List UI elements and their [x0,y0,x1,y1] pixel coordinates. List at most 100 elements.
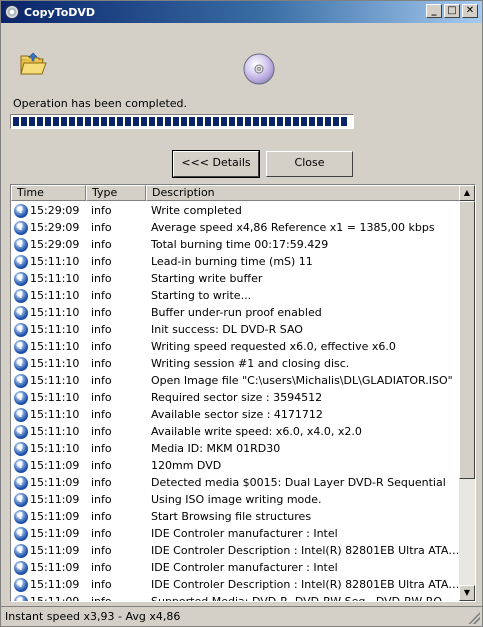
scroll-up-button[interactable]: ▲ [459,185,475,201]
log-type: info [91,510,112,523]
log-time-cell: i 15:11:09 [11,577,86,592]
close-window-button[interactable]: ✕ [462,4,478,18]
log-time-cell: i 15:11:09 [11,475,86,490]
info-icon: i [14,203,28,218]
log-time: 15:11:09 [30,459,80,472]
log-description: IDE Controler Description : Intel(R) 828… [151,578,461,591]
log-type: info [91,323,112,336]
log-type: info [91,578,112,591]
log-time-cell: i 15:29:09 [11,203,86,218]
log-type: info [91,595,112,602]
log-row[interactable]: i 15:11:10 info Starting to write... [11,287,461,304]
log-row[interactable]: i 15:11:10 info Writing session #1 and clos… [11,355,461,372]
open-folder-icon [20,52,47,75]
progress-segment [117,117,123,126]
log-row[interactable]: i 15:11:09 info Supported Media: DVD-R, DVD… [11,593,461,602]
scroll-thumb[interactable] [459,201,475,479]
progress-segment [189,117,195,126]
log-row[interactable]: i 15:11:09 info IDE Controler manufacturer … [11,525,461,542]
log-time: 15:11:09 [30,527,80,540]
progress-segment [45,117,51,126]
column-header-type[interactable]: Type [86,185,146,201]
log-time-cell: i 15:29:09 [11,237,86,252]
log-row[interactable]: i 15:11:09 info IDE Controler Description :… [11,542,461,559]
log-description: Media ID: MKM 01RD30 [151,442,281,455]
log-row[interactable]: i 15:11:10 info Writing speed requested x6.… [11,338,461,355]
log-time: 15:11:09 [30,476,80,489]
log-description: Available write speed: x6.0, x4.0, x2.0 [151,425,362,438]
log-time: 15:11:09 [30,561,80,574]
info-icon: i [14,220,28,235]
progress-segment [101,117,107,126]
maximize-button[interactable]: □ [444,4,460,18]
column-header-time[interactable]: Time [11,185,86,201]
status-bar: Instant speed x3,93 - Avg x4,86 [1,606,482,626]
log-description: Buffer under-run proof enabled [151,306,322,319]
log-row[interactable]: i 15:29:09 info Write completed [11,202,461,219]
log-row[interactable]: i 15:11:09 info IDE Controler Description :… [11,576,461,593]
log-row[interactable]: i 15:11:10 info Starting write buffer [11,270,461,287]
log-type: info [91,255,112,268]
log-type: info [91,527,112,540]
progress-segment [37,117,43,126]
log-row[interactable]: i 15:11:09 info Detected media $0015: Dual … [11,474,461,491]
vertical-scrollbar[interactable]: ▲ ▼ [459,185,475,601]
log-type: info [91,493,112,506]
log-row[interactable]: i 15:29:09 info Total burning time 00:17:59… [11,236,461,253]
log-row[interactable]: i 15:11:09 info 120mm DVD [11,457,461,474]
progress-segment [229,117,235,126]
log-time-cell: i 15:11:10 [11,322,86,337]
scroll-down-button[interactable]: ▼ [459,585,475,601]
resize-grip[interactable] [468,612,480,624]
log-row[interactable]: i 15:29:09 info Average speed x4,86 Referen… [11,219,461,236]
log-row[interactable]: i 15:11:09 info Using ISO image writing mod… [11,491,461,508]
log-row[interactable]: i 15:11:10 info Media ID: MKM 01RD30 [11,440,461,457]
column-header-description[interactable]: Description [146,185,461,201]
log-type: info [91,306,112,319]
details-button[interactable]: <<< Details [172,150,260,178]
log-time-cell: i 15:11:09 [11,492,86,507]
info-icon: i [14,271,28,286]
title-bar[interactable]: CopyToDVD _ □ ✕ [1,1,482,23]
log-time-cell: i 15:11:10 [11,373,86,388]
log-description: Required sector size : 3594512 [151,391,323,404]
app-disc-icon [5,5,19,19]
log-row[interactable]: i 15:11:10 info Init success: DL DVD-R SAO [11,321,461,338]
log-time-cell: i 15:11:10 [11,271,86,286]
progress-segment [109,117,115,126]
completion-message: Operation has been completed. [13,97,188,110]
log-time-cell: i 15:11:10 [11,305,86,320]
progress-segment [125,117,131,126]
progress-segment [317,117,323,126]
log-time: 15:11:09 [30,493,80,506]
progress-segment [197,117,203,126]
log-row[interactable]: i 15:11:09 info IDE Controler manufacturer … [11,559,461,576]
log-time: 15:11:10 [30,255,80,268]
log-row[interactable]: i 15:11:10 info Buffer under-run proof enab… [11,304,461,321]
log-row[interactable]: i 15:11:10 info Required sector size : 3594… [11,389,461,406]
log-description: Write completed [151,204,242,217]
log-list[interactable]: Time Type Description i 15:29:09 info Write… [10,184,476,602]
log-row[interactable]: i 15:11:10 info Lead-in burning time (mS) 1… [11,253,461,270]
info-icon: i [14,305,28,320]
log-row[interactable]: i 15:11:10 info Open Image file "C:\users\M… [11,372,461,389]
log-description: IDE Controler manufacturer : Intel [151,561,338,574]
info-icon: i [14,322,28,337]
close-button[interactable]: Close [266,151,353,177]
log-time: 15:11:10 [30,306,80,319]
progress-segment [309,117,315,126]
log-row[interactable]: i 15:11:09 info Start Browsing file structu… [11,508,461,525]
log-rows: i 15:29:09 info Write completed i 15:29:09 inf… [11,202,461,602]
log-type: info [91,374,112,387]
progress-segment [77,117,83,126]
progress-segment [213,117,219,126]
log-description: Starting write buffer [151,272,263,285]
log-row[interactable]: i 15:11:10 info Available sector size : 417… [11,406,461,423]
progress-segment [13,117,19,126]
log-row[interactable]: i 15:11:10 info Available write speed: x6.0… [11,423,461,440]
progress-segment [253,117,259,126]
minimize-button[interactable]: _ [426,4,442,18]
progress-segment [269,117,275,126]
progress-bar [10,114,354,129]
log-description: Lead-in burning time (mS) 11 [151,255,313,268]
